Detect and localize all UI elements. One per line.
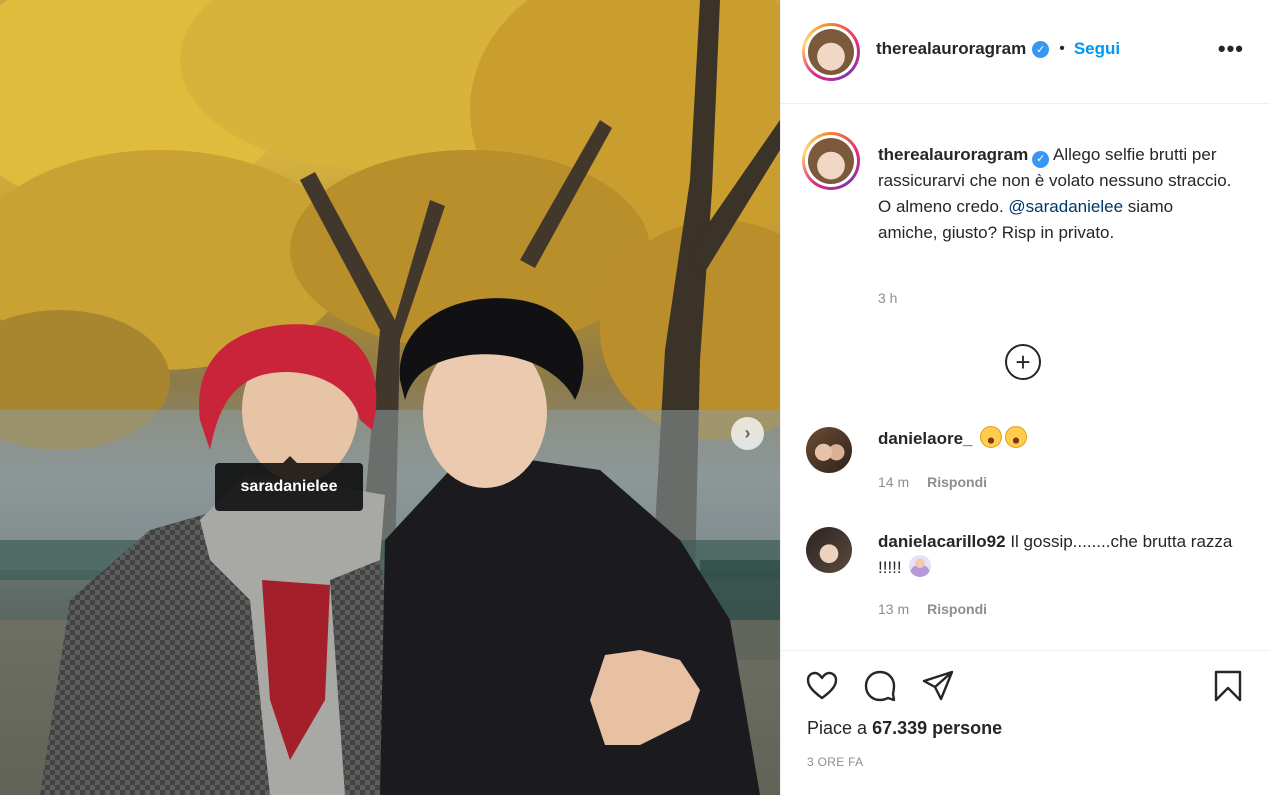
separator-dot: • xyxy=(1059,40,1065,57)
caption-author-avatar-image xyxy=(808,138,854,184)
follow-button[interactable]: Segui xyxy=(1074,39,1120,59)
caption-timestamp[interactable]: 3 h xyxy=(878,290,897,306)
caption-author-avatar[interactable] xyxy=(802,132,860,190)
post-photo[interactable]: saradanielee › xyxy=(0,0,780,795)
author-avatar-image xyxy=(808,29,854,75)
likes-prefix: Piace a xyxy=(807,718,868,738)
comment-meta: 13 m Rispondi xyxy=(878,601,987,617)
caption-username[interactable]: therealauroragram xyxy=(878,145,1028,164)
laugh-cry-emoji-icon xyxy=(1005,426,1028,448)
reply-button[interactable]: Rispondi xyxy=(927,601,987,617)
author-username[interactable]: therealauroragram xyxy=(876,39,1026,59)
photo-illustration xyxy=(0,0,780,795)
verified-badge-icon: ✓ xyxy=(1032,150,1050,168)
verified-badge-icon: ✓ xyxy=(1032,40,1050,58)
commenter-avatar[interactable] xyxy=(806,427,852,473)
next-photo-button[interactable]: › xyxy=(731,417,764,450)
laugh-cry-emoji-icon xyxy=(980,426,1003,448)
heart-icon[interactable] xyxy=(805,669,839,703)
bookmark-icon[interactable] xyxy=(1211,669,1245,703)
author-avatar[interactable] xyxy=(802,23,860,81)
author-name-row: therealauroragram ✓ • Segui xyxy=(876,39,1120,59)
caption-mention-link[interactable]: @saradanielee xyxy=(1008,197,1123,216)
comment-text: danielacarillo92 Il gossip........che br… xyxy=(878,529,1238,581)
post-side-panel: therealauroragram ✓ • Segui ••• thereala… xyxy=(780,0,1270,795)
likes-number: 67.339 xyxy=(872,718,928,738)
load-more-comments-button[interactable]: + xyxy=(1005,344,1041,380)
comment-time[interactable]: 14 m xyxy=(878,474,909,490)
post-header: therealauroragram ✓ • Segui ••• xyxy=(781,0,1270,104)
person-facepalm-emoji-icon xyxy=(909,555,932,577)
likes-count[interactable]: Piace a 67.339 persone xyxy=(807,718,1002,739)
more-options-icon[interactable]: ••• xyxy=(1218,36,1244,62)
share-icon[interactable] xyxy=(921,669,955,703)
caption-text: therealauroragram ✓ Allego selfie brutti … xyxy=(878,142,1233,246)
comment-text: danielaore_ xyxy=(878,426,1238,452)
comment-time[interactable]: 13 m xyxy=(878,601,909,617)
comment-meta: 14 m Rispondi xyxy=(878,474,987,490)
plus-circle-icon: + xyxy=(1015,347,1031,377)
commenter-username[interactable]: danielacarillo92 xyxy=(878,532,1006,551)
post-actions: Piace a 67.339 persone 3 ORE FA xyxy=(781,650,1270,795)
likes-suffix: persone xyxy=(932,718,1003,738)
reply-button[interactable]: Rispondi xyxy=(927,474,987,490)
photo-user-tag-label: saradanielee xyxy=(240,478,338,495)
commenter-username[interactable]: danielaore_ xyxy=(878,429,973,448)
chevron-right-icon: › xyxy=(744,423,751,443)
post-timestamp[interactable]: 3 ORE FA xyxy=(807,755,863,769)
photo-user-tag[interactable]: saradanielee xyxy=(215,456,363,511)
commenter-avatar[interactable] xyxy=(806,527,852,573)
comment-icon[interactable] xyxy=(863,669,897,703)
